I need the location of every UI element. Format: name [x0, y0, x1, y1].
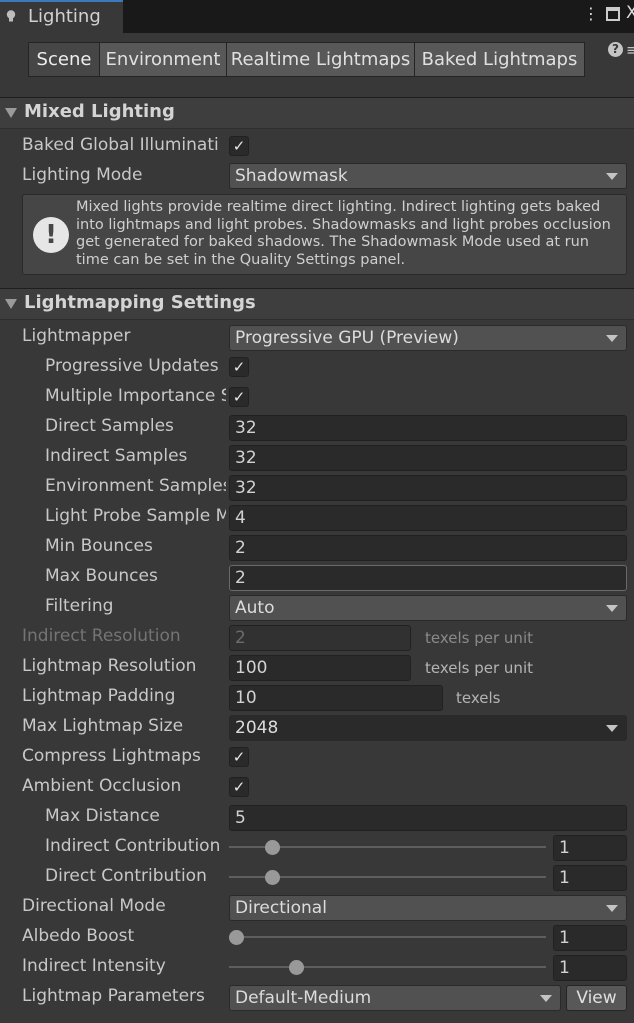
filtering-value: Auto — [235, 598, 275, 618]
section-title: Mixed Lighting — [24, 101, 175, 122]
lightmap-resolution-unit: texels per unit — [425, 659, 533, 677]
environment-samples-field[interactable]: 32 — [229, 475, 627, 501]
overflow-menu-icon[interactable]: ≡ — [626, 41, 634, 59]
section-lightmapping-settings[interactable]: Lightmapping Settings — [0, 288, 634, 320]
albedo-boost-knob[interactable] — [229, 930, 244, 945]
directional-mode-value: Directional — [235, 898, 327, 918]
lightmap-parameters-dropdown[interactable]: Default-Medium — [229, 985, 561, 1011]
dropdown-arrow-icon — [540, 995, 552, 1002]
albedo-boost-field[interactable]: 1 — [553, 925, 627, 951]
info-helpbox: ! Mixed lights provide realtime direct l… — [22, 194, 627, 275]
maximize-icon[interactable] — [606, 7, 620, 21]
indirect-contribution-knob[interactable] — [265, 840, 281, 855]
indirect-resolution-unit: texels per unit — [425, 629, 533, 647]
max-distance-label: Max Distance — [45, 806, 160, 826]
max-lightmap-size-dropdown[interactable]: 2048 — [229, 715, 627, 741]
max-lightmap-size-label: Max Lightmap Size — [22, 716, 184, 736]
lightmapper-value: Progressive GPU (Preview) — [235, 328, 459, 348]
light-probe-sample-label: Light Probe Sample M — [45, 506, 226, 526]
lightmapper-label: Lightmapper — [22, 326, 131, 346]
close-icon[interactable]: X — [626, 3, 634, 23]
direct-contribution-field[interactable]: 1 — [553, 865, 627, 891]
max-bounces-field[interactable]: 2 — [229, 565, 627, 591]
help-icon[interactable]: ? — [608, 42, 623, 57]
max-bounces-label: Max Bounces — [45, 566, 158, 586]
min-bounces-field[interactable]: 2 — [229, 535, 627, 561]
lightmapper-dropdown[interactable]: Progressive GPU (Preview) — [229, 325, 627, 351]
indirect-contribution-label: Indirect Contribution — [45, 836, 221, 856]
multiple-importance-checkbox[interactable]: ✓ — [229, 387, 249, 407]
indirect-samples-label: Indirect Samples — [45, 446, 188, 466]
indirect-samples-field[interactable]: 32 — [229, 445, 627, 471]
dropdown-arrow-icon — [606, 605, 618, 612]
window-title: Lighting — [28, 6, 101, 27]
min-bounces-label: Min Bounces — [45, 536, 153, 556]
tab-baked-lightmaps[interactable]: Baked Lightmaps — [414, 42, 585, 77]
direct-samples-label: Direct Samples — [45, 416, 174, 436]
albedo-boost-track[interactable] — [229, 936, 546, 938]
light-probe-sample-field[interactable]: 4 — [229, 505, 627, 531]
tab-realtime-lightmaps[interactable]: Realtime Lightmaps — [226, 42, 415, 77]
filtering-dropdown[interactable]: Auto — [229, 595, 627, 621]
multiple-importance-label: Multiple Importance S — [45, 386, 226, 406]
ambient-occlusion-checkbox[interactable]: ✓ — [229, 777, 249, 797]
indirect-resolution-field: 2 — [229, 625, 411, 651]
section-mixed-lighting[interactable]: Mixed Lighting — [0, 97, 634, 129]
indirect-intensity-track[interactable] — [229, 966, 546, 968]
direct-contribution-knob[interactable] — [265, 870, 281, 885]
window-tab-lighting[interactable]: Lighting — [0, 0, 123, 33]
warning-icon: ! — [33, 217, 69, 253]
indirect-intensity-knob[interactable] — [289, 960, 305, 975]
ambient-occlusion-label: Ambient Occlusion — [22, 776, 182, 796]
baked-gi-label: Baked Global Illuminati — [22, 135, 219, 155]
lightmap-resolution-label: Lightmap Resolution — [22, 656, 197, 676]
progressive-updates-checkbox[interactable]: ✓ — [229, 357, 249, 377]
lighting-mode-value: Shadowmask — [235, 166, 348, 186]
indirect-intensity-field[interactable]: 1 — [553, 955, 627, 981]
dropdown-arrow-icon — [606, 335, 618, 342]
lightmap-padding-unit: texels — [456, 689, 501, 707]
lightmap-resolution-field[interactable]: 100 — [229, 655, 411, 681]
dropdown-arrow-icon — [606, 905, 618, 912]
max-distance-field[interactable]: 5 — [229, 805, 627, 831]
lighting-mode-dropdown[interactable]: Shadowmask — [229, 163, 627, 189]
max-lightmap-size-value: 2048 — [235, 718, 279, 738]
lightmap-padding-label: Lightmap Padding — [22, 686, 176, 706]
lightbulb-icon — [6, 10, 16, 22]
lightmap-padding-field[interactable]: 10 — [229, 685, 443, 711]
foldout-arrow-icon — [5, 299, 17, 309]
dropdown-arrow-icon — [606, 725, 618, 732]
lightmap-parameters-label: Lightmap Parameters — [22, 986, 205, 1006]
info-text: Mixed lights provide realtime direct lig… — [76, 199, 611, 268]
direct-samples-field[interactable]: 32 — [229, 415, 627, 441]
indirect-contribution-field[interactable]: 1 — [553, 835, 627, 861]
environment-samples-label: Environment Samples — [45, 476, 226, 496]
tab-scene[interactable]: Scene — [28, 42, 100, 77]
kebab-menu-icon[interactable]: ⋮ — [583, 6, 599, 22]
direct-contribution-label: Direct Contribution — [45, 866, 207, 886]
dropdown-arrow-icon — [606, 173, 618, 180]
filtering-label: Filtering — [45, 596, 114, 616]
foldout-arrow-icon — [5, 108, 17, 118]
directional-mode-label: Directional Mode — [22, 896, 166, 916]
albedo-boost-label: Albedo Boost — [22, 926, 135, 946]
lightmap-parameters-value: Default-Medium — [235, 988, 372, 1008]
compress-lightmaps-label: Compress Lightmaps — [22, 746, 201, 766]
tab-environment[interactable]: Environment — [99, 42, 227, 77]
view-button[interactable]: View — [566, 985, 627, 1011]
directional-mode-dropdown[interactable]: Directional — [229, 895, 627, 921]
indirect-intensity-label: Indirect Intensity — [22, 956, 166, 976]
indirect-resolution-label: Indirect Resolution — [22, 626, 181, 646]
section-title: Lightmapping Settings — [24, 292, 256, 313]
lighting-mode-label: Lighting Mode — [22, 165, 143, 185]
progressive-updates-label: Progressive Updates — [45, 356, 219, 376]
baked-gi-checkbox[interactable]: ✓ — [229, 136, 249, 156]
compress-lightmaps-checkbox[interactable]: ✓ — [229, 747, 249, 767]
